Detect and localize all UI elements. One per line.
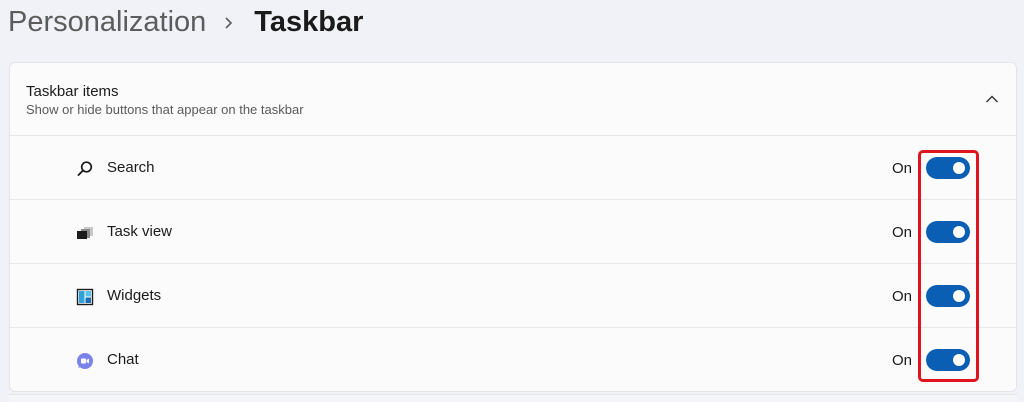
breadcrumb: Personalization Taskbar	[8, 0, 363, 44]
setting-label: Task view	[107, 223, 173, 240]
widgets-icon	[76, 288, 94, 306]
section-subtitle: Show or hide buttons that appear on the …	[26, 102, 304, 117]
toggle-knob	[953, 290, 965, 302]
collapse-button[interactable]	[982, 89, 1002, 109]
setting-row-task-view: Task view On	[10, 200, 1016, 264]
task-view-toggle[interactable]	[926, 221, 970, 243]
taskbar-items-header[interactable]: Taskbar items Show or hide buttons that …	[10, 63, 1016, 136]
setting-row-chat: Chat On	[10, 328, 1016, 391]
toggle-state-label: On	[892, 224, 913, 241]
toggle-state-label: On	[892, 288, 913, 305]
toggle-state-label: On	[892, 160, 913, 177]
widgets-toggle[interactable]	[926, 285, 970, 307]
page-title: Taskbar	[254, 5, 364, 38]
breadcrumb-parent-personalization[interactable]: Personalization	[8, 7, 206, 37]
setting-row-widgets: Widgets On	[10, 264, 1016, 328]
toggle-knob	[953, 226, 965, 238]
chat-toggle[interactable]	[926, 349, 970, 371]
task-view-icon	[76, 224, 94, 242]
section-title: Taskbar items	[26, 83, 119, 100]
taskbar-items-panel: Taskbar items Show or hide buttons that …	[9, 62, 1017, 392]
toggle-state-label: On	[892, 352, 913, 369]
setting-label: Search	[107, 159, 155, 176]
chevron-up-icon	[986, 95, 998, 103]
setting-label: Widgets	[107, 287, 162, 304]
search-toggle[interactable]	[926, 157, 970, 179]
search-icon	[76, 160, 94, 178]
chevron-right-icon	[224, 17, 234, 29]
toggle-knob	[953, 162, 965, 174]
chat-icon	[76, 352, 94, 370]
toggle-knob	[953, 354, 965, 366]
setting-row-search: Search On	[10, 136, 1016, 200]
setting-label: Chat	[107, 351, 139, 368]
